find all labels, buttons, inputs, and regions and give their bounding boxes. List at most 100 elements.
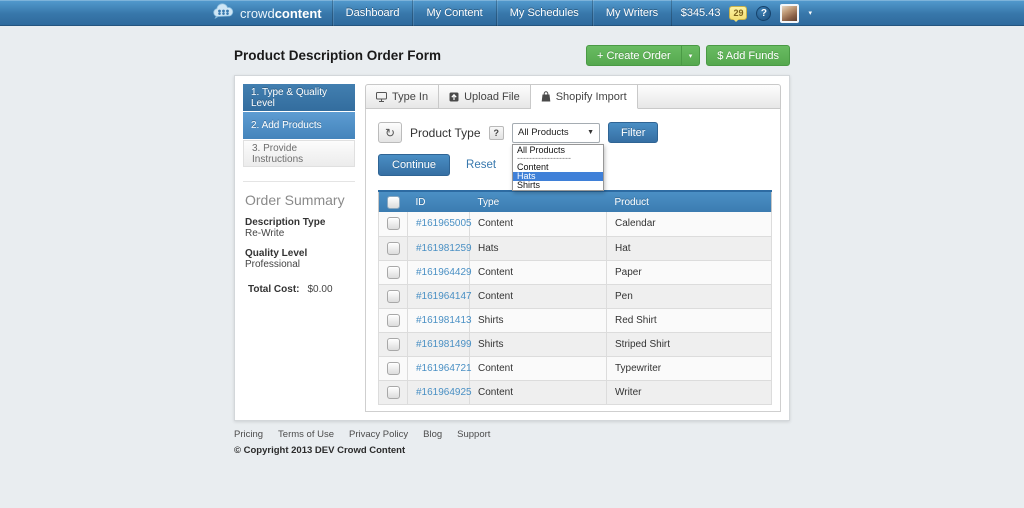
notification-badge[interactable]: 29	[729, 6, 748, 22]
filter-button[interactable]: Filter	[608, 122, 659, 143]
nav-item[interactable]: Dashboard	[331, 0, 413, 26]
filter-row: ↻ Product Type ? All Products ▼ All Prod…	[378, 122, 776, 192]
row-checkbox[interactable]	[387, 361, 400, 375]
row-checkbox[interactable]	[387, 241, 400, 255]
dropdown-option[interactable]: Hats	[513, 171, 603, 181]
nav-item[interactable]: My Content	[412, 0, 495, 26]
footer-link[interactable]: Privacy Policy	[349, 429, 408, 440]
copyright-text: © Copyright 2013 DEV Crowd Content	[234, 444, 406, 456]
row-checkbox[interactable]	[387, 217, 400, 231]
user-avatar[interactable]	[780, 3, 800, 23]
product-cell: Pen	[606, 284, 772, 309]
tab-shopify-import[interactable]: Shopify Import	[530, 85, 638, 109]
navbar-right: $345.43 29 ? ▾	[681, 0, 812, 26]
order-summary-title: Order Summary	[245, 192, 345, 208]
create-order-button[interactable]: + Create Order	[586, 45, 682, 66]
product-cell: Red Shirt	[606, 308, 772, 333]
product-type-select-wrap: All Products ▼ All Products -------------…	[512, 122, 604, 192]
total-cost-value: $0.00	[307, 284, 333, 295]
type-cell: Content	[469, 356, 607, 381]
summary-field-label: Quality Level	[245, 248, 308, 259]
tab-type-in[interactable]: Type In	[366, 85, 440, 108]
wizard-step[interactable]: 2. Add Products	[243, 112, 355, 139]
order-id-link[interactable]: #161981499	[416, 339, 472, 350]
product-cell: Hat	[606, 236, 772, 261]
app-window: crowdcontent Dashboard My Content My Sched…	[0, 0, 1024, 508]
refresh-button[interactable]: ↻	[378, 122, 402, 143]
select-value: All Products	[518, 127, 569, 138]
add-funds-button[interactable]: $ Add Funds	[706, 45, 790, 66]
order-id-link[interactable]: #161964147	[416, 291, 472, 302]
wizard-step[interactable]: 3. Provide Instructions	[243, 140, 355, 167]
cloud-logo-icon	[212, 3, 236, 23]
main-nav: Dashboard My Content My Schedules My Writer…	[331, 0, 673, 26]
row-checkbox[interactable]	[387, 337, 400, 351]
brand-light: crowd	[240, 5, 275, 21]
total-cost-row: Total Cost: $0.00	[245, 284, 353, 295]
products-table: ID Type Product #161965005 Content Calen…	[378, 190, 772, 405]
tab-upload-file[interactable]: Upload File	[439, 85, 531, 108]
row-checkbox[interactable]	[387, 313, 400, 327]
order-id-link[interactable]: #161964429	[416, 267, 472, 278]
product-cell: Striped Shirt	[606, 332, 772, 357]
nav-item[interactable]: My Schedules	[495, 0, 592, 26]
crowd-content-logo[interactable]: crowdcontent	[212, 0, 332, 26]
footer-links: Pricing Terms of Use Privacy Policy Blog Sup…	[234, 429, 790, 440]
select-all-checkbox[interactable]	[387, 195, 400, 209]
footer-link[interactable]: Blog	[423, 429, 442, 440]
table-row: #161964721 Content Typewriter	[378, 356, 772, 381]
top-navbar: crowdcontent Dashboard My Content My Sched…	[0, 0, 1024, 26]
dollar-icon: $	[717, 49, 724, 62]
help-badge-icon[interactable]: ?	[488, 125, 504, 140]
brand-text: crowdcontent	[240, 6, 322, 21]
reset-link[interactable]: Reset	[466, 159, 496, 171]
summary-field-label: Description Type	[245, 217, 326, 228]
tab-label: Shopify Import	[555, 90, 627, 103]
chevron-down-icon[interactable]: ▾	[808, 9, 812, 17]
product-cell: Calendar	[606, 212, 772, 237]
order-summary: Order Summary Description Type Re-Write …	[243, 181, 355, 295]
order-id-link[interactable]: #161965005	[416, 218, 472, 229]
dropdown-option[interactable]: All Products	[513, 146, 603, 155]
row-checkbox[interactable]	[387, 385, 400, 399]
create-order-dropdown-button[interactable]: ▾	[681, 45, 701, 66]
tab-label: Upload File	[464, 90, 520, 103]
order-id-link[interactable]: #161981259	[416, 243, 472, 254]
product-type-label: Product Type	[410, 125, 481, 140]
plus-icon: +	[597, 49, 604, 62]
footer-link[interactable]: Support	[457, 429, 490, 440]
row-checkbox[interactable]	[387, 265, 400, 279]
wizard-step[interactable]: 1. Type & Quality Level	[243, 84, 355, 111]
product-type-dropdown-menu: All Products ------------------ Content Hat…	[512, 143, 604, 192]
footer-link[interactable]: Pricing	[234, 429, 263, 440]
order-summary-fields: Description Type Re-Write Quality Level …	[245, 217, 353, 270]
product-type-select[interactable]: All Products ▼	[512, 122, 600, 143]
main-panel: Type In Upload File Shopify Import ↻ Pro…	[365, 84, 781, 412]
order-id-link[interactable]: #161964721	[416, 363, 472, 374]
continue-button[interactable]: Continue	[378, 154, 451, 176]
row-checkbox[interactable]	[387, 289, 400, 303]
dropdown-option[interactable]: Content	[513, 163, 603, 172]
dropdown-option[interactable]: Shirts	[513, 181, 603, 190]
help-icon[interactable]: ?	[756, 5, 772, 21]
order-id-link[interactable]: #161964925	[416, 387, 472, 398]
table-row: #161965005 Content Calendar	[378, 212, 772, 237]
footer: Pricing Terms of Use Privacy Policy Blog Sup…	[234, 429, 790, 456]
summary-field: Description Type Re-Write	[245, 217, 353, 239]
chevron-down-icon: ▼	[587, 129, 594, 136]
account-balance[interactable]: $345.43	[681, 7, 721, 19]
shopify-import-panel: ↻ Product Type ? All Products ▼ All Prod…	[365, 109, 781, 412]
dropdown-option[interactable]: ------------------	[513, 154, 603, 163]
type-cell: Shirts	[469, 308, 607, 333]
page-title: Product Description Order Form	[234, 48, 442, 63]
product-cell: Writer	[606, 380, 772, 405]
nav-item[interactable]: My Writers	[591, 0, 673, 26]
header-actions: + Create Order ▾ $ Add Funds	[586, 45, 790, 66]
summary-field: Quality Level Professional	[245, 248, 353, 270]
monitor-icon	[376, 91, 387, 102]
wizard-sidebar: 1. Type & Quality Level 2. Add Products 3.…	[243, 84, 355, 412]
footer-link[interactable]: Terms of Use	[278, 429, 334, 440]
type-cell: Content	[469, 380, 607, 405]
type-cell: Hats	[469, 236, 607, 261]
order-id-link[interactable]: #161981413	[416, 315, 472, 326]
